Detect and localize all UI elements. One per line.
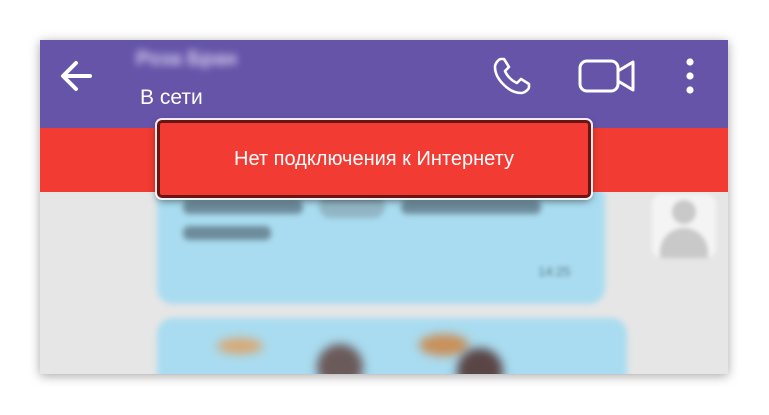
connection-error-text: Нет подключения к Интернету [234,147,514,170]
phone-icon [493,57,531,95]
message-list[interactable]: 14:25 [40,192,728,374]
more-options-button[interactable] [674,52,706,100]
blurred-text [401,200,541,214]
avatar-placeholder-body [660,228,708,258]
blurred-text [183,200,303,214]
call-button[interactable] [488,52,536,100]
video-camera-icon [578,59,635,93]
message-bubble[interactable] [157,192,605,304]
chat-header: Роза Бран В сети [40,40,728,128]
online-status: В сети [140,86,203,109]
arrow-left-icon [61,61,92,91]
video-call-button[interactable] [574,52,640,100]
contact-name[interactable]: Роза Бран [136,48,237,71]
connection-error-callout: Нет подключения к Интернету [157,120,591,198]
blurred-text [183,226,271,240]
more-vertical-icon [686,58,694,94]
avatar[interactable] [652,194,716,258]
image-content [317,344,363,374]
avatar-placeholder-head [672,200,696,224]
image-content [419,334,469,356]
back-button[interactable] [54,54,98,98]
image-message-bubble[interactable] [157,318,627,374]
app-window: Роза Бран В сети 14:25 Нет подключения к… [40,40,728,374]
message-time: 14:25 [538,264,571,279]
image-content [457,348,503,374]
image-content [217,338,263,354]
